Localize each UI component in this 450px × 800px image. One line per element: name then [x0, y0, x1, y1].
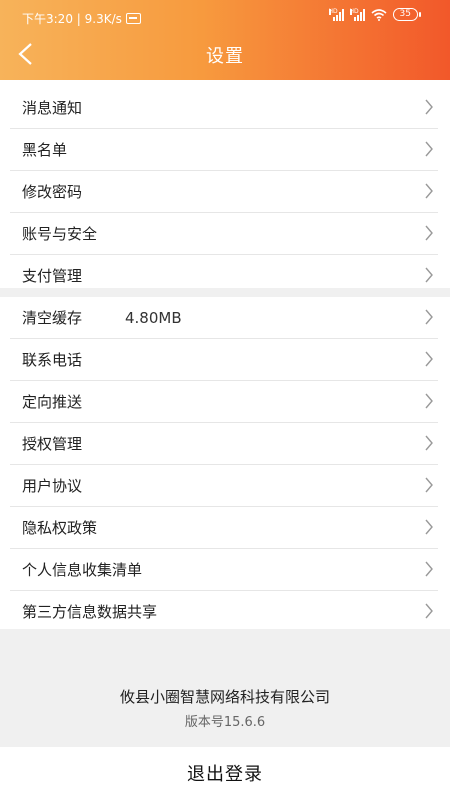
battery-icon: 35	[392, 8, 422, 21]
settings-item-label: 黑名单	[22, 141, 68, 159]
signal-icon: HD	[328, 7, 344, 21]
settings-item-blacklist[interactable]: 黑名单	[10, 129, 438, 171]
wifi-icon	[371, 8, 387, 21]
chevron-right-icon	[425, 141, 433, 157]
chevron-right-icon	[425, 225, 433, 241]
chevron-right-icon	[425, 309, 433, 325]
cache-size: 4.80MB	[125, 308, 182, 327]
settings-item-account-security[interactable]: 账号与安全	[10, 213, 438, 255]
settings-group-1: 消息通知 黑名单 修改密码 账号与安全 支付管理	[10, 87, 438, 296]
settings-item-label: 授权管理	[22, 435, 83, 453]
chevron-right-icon	[425, 267, 433, 283]
status-right: HD HD 35	[328, 7, 422, 21]
chevron-right-icon	[425, 519, 433, 535]
chevron-right-icon	[425, 603, 433, 619]
settings-item-clear-cache[interactable]: 清空缓存 4.80MB	[10, 297, 438, 339]
settings-item-user-agreement[interactable]: 用户协议	[10, 465, 438, 507]
logout-button[interactable]: 退出登录	[0, 752, 450, 800]
chevron-right-icon	[425, 435, 433, 451]
settings-group-2: 清空缓存 4.80MB 联系电话 定向推送 授权管理 用户协议 隐私权政策 个人…	[10, 297, 438, 632]
settings-item-change-password[interactable]: 修改密码	[10, 171, 438, 213]
settings-item-label: 第三方信息数据共享	[22, 603, 158, 621]
hd-label: HD	[328, 7, 338, 15]
status-bar: 下午3:20 | 9.3K/s HD HD 35	[0, 0, 450, 30]
settings-item-targeted-push[interactable]: 定向推送	[10, 381, 438, 423]
settings-item-label: 支付管理	[22, 267, 83, 285]
chevron-right-icon	[425, 351, 433, 367]
settings-item-label: 账号与安全	[22, 225, 98, 243]
settings-item-label: 联系电话	[22, 351, 83, 369]
battery-level: 35	[399, 9, 411, 19]
settings-item-third-party-sharing[interactable]: 第三方信息数据共享	[10, 591, 438, 632]
settings-item-label: 修改密码	[22, 183, 83, 201]
settings-item-notifications[interactable]: 消息通知	[10, 87, 438, 129]
chevron-right-icon	[425, 561, 433, 577]
settings-item-personal-info-list[interactable]: 个人信息收集清单	[10, 549, 438, 591]
section-divider	[0, 288, 450, 297]
chevron-right-icon	[425, 99, 433, 115]
settings-item-label: 个人信息收集清单	[22, 561, 143, 579]
status-left: 下午3:20 | 9.3K/s	[22, 10, 141, 27]
settings-item-label: 消息通知	[22, 99, 83, 117]
app-header: 下午3:20 | 9.3K/s HD HD 35 设置	[0, 0, 450, 80]
settings-item-label: 隐私权政策	[22, 519, 98, 537]
settings-item-label: 用户协议	[22, 477, 83, 495]
settings-item-privacy-policy[interactable]: 隐私权政策	[10, 507, 438, 549]
version-number: 版本号15.6.6	[184, 715, 266, 730]
company-name: 攸县小圈智慧网络科技有限公司	[119, 688, 330, 706]
page-title: 设置	[206, 46, 244, 67]
settings-item-authorization[interactable]: 授权管理	[10, 423, 438, 465]
status-time-speed: 下午3:20 | 9.3K/s	[22, 12, 122, 26]
signal-icon-2: HD	[349, 7, 365, 21]
message-icon	[125, 13, 141, 24]
hd-label-2: HD	[349, 7, 359, 15]
chevron-right-icon	[425, 183, 433, 199]
settings-item-contact-phone[interactable]: 联系电话	[10, 339, 438, 381]
chevron-right-icon	[425, 393, 433, 409]
settings-item-label: 清空缓存	[22, 309, 83, 327]
settings-item-label: 定向推送	[22, 393, 83, 411]
chevron-right-icon	[425, 477, 433, 493]
